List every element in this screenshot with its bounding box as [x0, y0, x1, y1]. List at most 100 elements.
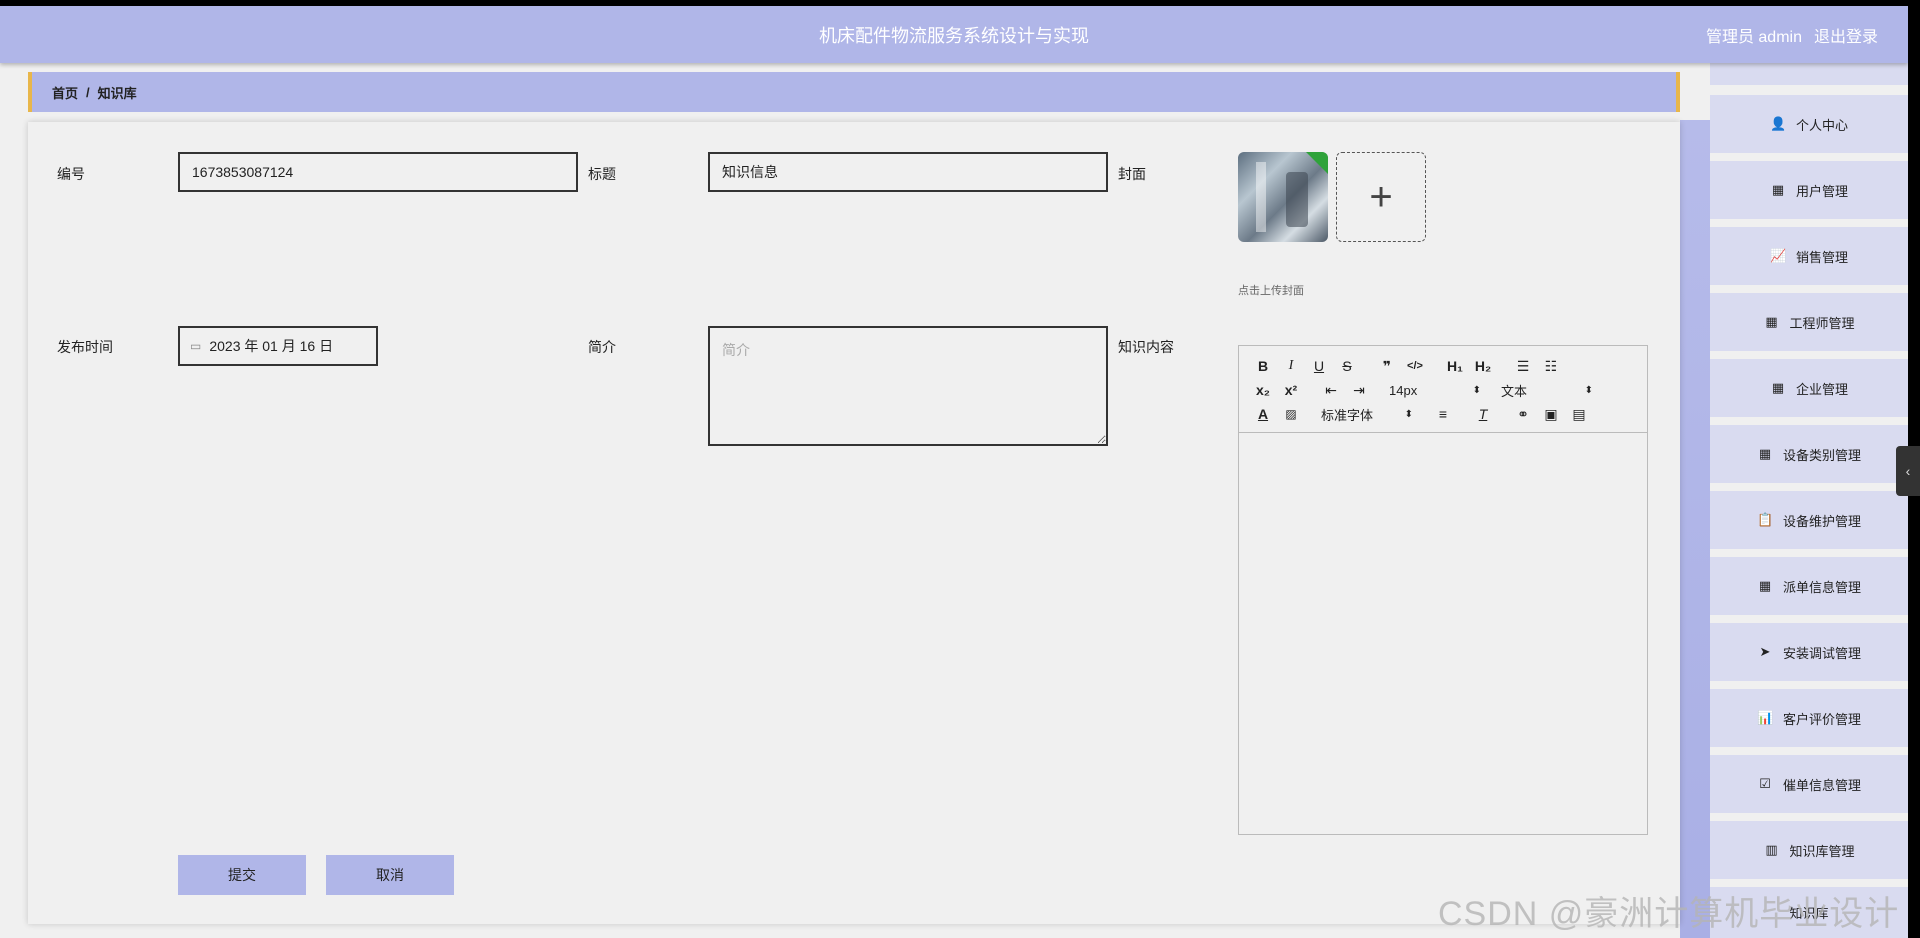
form-card: 编号 标题 封面 + 点击上传封面 发布时间 ▭ 2023 年 01 月 16 … — [28, 122, 1680, 924]
grid-icon: ▦ — [1765, 314, 1778, 329]
user-icon: 👤 — [1769, 116, 1787, 131]
link-icon[interactable]: ⚭ — [1509, 406, 1537, 423]
send-icon: ➤ — [1759, 644, 1771, 659]
sidebar-item-label: 设备类别管理 — [1782, 447, 1861, 463]
align-icon[interactable]: ≡ — [1429, 406, 1457, 422]
cover-image[interactable] — [1238, 152, 1328, 242]
user-area: 管理员 admin 退出登录 — [1706, 6, 1878, 63]
sidebar-item-reviews[interactable]: 📊 客户评价管理 — [1710, 689, 1908, 747]
publish-date-picker[interactable]: ▭ 2023 年 01 月 16 日 — [178, 326, 378, 366]
sidebar-item-profile[interactable]: 👤 个人中心 — [1710, 95, 1908, 153]
background-color-icon[interactable]: ▨ — [1277, 407, 1305, 421]
font-size-select[interactable]: 14px ⬍ — [1385, 383, 1485, 398]
toolbar-row: x₂ x² ⇤ ⇥ 14px ⬍ 文本 ⬍ — [1249, 378, 1637, 402]
block-type-select[interactable]: 文本 ⬍ — [1497, 381, 1597, 400]
logout-link[interactable]: 退出登录 — [1814, 23, 1878, 47]
top-bar: 机床配件物流服务系统设计与实现 管理员 admin 退出登录 — [0, 6, 1908, 63]
bar-chart-icon: 📊 — [1756, 710, 1774, 725]
header2-icon[interactable]: H₂ — [1469, 358, 1497, 374]
chevron-left-icon: ‹ — [1905, 463, 1911, 479]
breadcrumb-home[interactable]: 首页 — [52, 83, 78, 102]
bold-icon[interactable]: B — [1249, 358, 1277, 374]
publish-date-value: 2023 年 01 月 16 日 — [209, 338, 334, 354]
sidebar-item-label: 个人中心 — [1795, 117, 1848, 133]
clipboard-check-icon: ☑ — [1759, 776, 1771, 791]
bullet-list-icon[interactable]: ☷ — [1537, 358, 1565, 375]
breadcrumb-current: 知识库 — [97, 85, 137, 101]
watermark: CSDN @豪洲计算机毕业设计 — [1438, 895, 1900, 933]
collapse-sidebar-button[interactable]: ‹ — [1896, 446, 1920, 496]
blockquote-icon[interactable]: ❞ — [1373, 358, 1401, 375]
image-icon[interactable]: ▣ — [1537, 406, 1565, 423]
toolbar-row: A ▨ 标准字体 ⬍ ≡ T ⚭ ▣ ▤ — [1249, 402, 1637, 426]
sidebar-item-enterprises[interactable]: ▦ 企业管理 — [1710, 359, 1908, 417]
grid-icon: ▦ — [1771, 380, 1785, 395]
sidebar-item-users[interactable]: ▦ 用户管理 — [1710, 161, 1908, 219]
sidebar-item-label: 销售管理 — [1795, 249, 1848, 265]
sidebar-item-label: 客户评价管理 — [1782, 711, 1861, 727]
cover-image-detail — [1286, 172, 1308, 227]
code-block-icon[interactable]: </> — [1401, 360, 1429, 372]
sidebar-item-device-categories[interactable]: ▦ 设备类别管理 — [1710, 425, 1908, 483]
grid-icon: ▦ — [1758, 578, 1772, 593]
font-color-icon[interactable]: A — [1249, 406, 1277, 422]
sidebar-item-label: 企业管理 — [1795, 381, 1848, 397]
title-input[interactable] — [708, 152, 1108, 192]
sidebar-item-label: 催单信息管理 — [1782, 777, 1861, 793]
sidebar-item-label: 设备维护管理 — [1782, 513, 1861, 529]
sidebar-item-dispatch[interactable]: ▦ 派单信息管理 — [1710, 557, 1908, 615]
title-label: 标题 — [588, 166, 616, 182]
font-family-select[interactable]: 标准字体 ⬍ — [1317, 405, 1417, 424]
library-icon: ▥ — [1765, 842, 1778, 857]
outdent-icon[interactable]: ⇤ — [1317, 382, 1345, 399]
cover-label: 封面 — [1118, 166, 1146, 182]
sidebar-item-label: 安装调试管理 — [1782, 645, 1861, 661]
sidebar-item-engineers[interactable]: ▦ 工程师管理 — [1710, 293, 1908, 351]
sidebar-item-partial-top — [1710, 63, 1908, 85]
editor-content-area[interactable] — [1239, 433, 1647, 833]
sidebar-item-device-maintenance[interactable]: 📋 设备维护管理 — [1710, 491, 1908, 549]
upload-cover-button[interactable]: + — [1336, 152, 1426, 242]
header1-icon[interactable]: H₁ — [1441, 358, 1469, 374]
app-title: 机床配件物流服务系统设计与实现 — [819, 25, 1089, 46]
underline-icon[interactable]: U — [1305, 358, 1333, 374]
clear-format-icon[interactable]: T — [1469, 406, 1497, 422]
sidebar-item-reminders[interactable]: ☑ 催单信息管理 — [1710, 755, 1908, 813]
publish-time-label: 发布时间 — [57, 339, 113, 355]
subscript-icon[interactable]: x₂ — [1249, 382, 1277, 398]
id-input[interactable] — [178, 152, 578, 192]
strike-icon[interactable]: S — [1333, 358, 1361, 374]
intro-label: 简介 — [588, 339, 616, 355]
grid-icon: ▦ — [1771, 182, 1785, 197]
plus-icon: + — [1369, 174, 1393, 219]
toolbar-row: B I U S ❞ </> H₁ H₂ ☰ ☷ — [1249, 354, 1637, 378]
indent-icon[interactable]: ⇥ — [1345, 382, 1373, 399]
font-size-value: 14px — [1389, 382, 1418, 398]
video-icon[interactable]: ▤ — [1565, 406, 1593, 423]
rich-text-editor: B I U S ❞ </> H₁ H₂ ☰ ☷ x₂ x² ⇤ ⇥ 14px ⬍… — [1238, 345, 1648, 835]
calendar-icon: ▭ — [190, 339, 202, 353]
content-label: 知识内容 — [1118, 339, 1174, 355]
chart-icon: 📈 — [1769, 248, 1787, 263]
submit-button[interactable]: 提交 — [178, 855, 306, 895]
breadcrumb-separator: / — [86, 84, 90, 100]
grid-icon: ▦ — [1758, 446, 1772, 461]
editor-toolbar: B I U S ❞ </> H₁ H₂ ☰ ☷ x₂ x² ⇤ ⇥ 14px ⬍… — [1239, 346, 1647, 433]
cancel-button[interactable]: 取消 — [326, 855, 454, 895]
sidebar-item-knowledge-base[interactable]: ▥ 知识库管理 — [1710, 821, 1908, 879]
clipboard-icon: 📋 — [1756, 512, 1774, 527]
block-type-value: 文本 — [1501, 383, 1528, 399]
italic-icon[interactable]: I — [1277, 358, 1305, 374]
user-label: 管理员 admin — [1705, 28, 1802, 46]
cover-image-detail — [1256, 162, 1266, 232]
sidebar-item-sales[interactable]: 📈 销售管理 — [1710, 227, 1908, 285]
superscript-icon[interactable]: x² — [1277, 382, 1305, 398]
select-arrows-icon: ⬍ — [1584, 384, 1593, 396]
decorative-strip — [1680, 120, 1710, 938]
sidebar-item-label: 工程师管理 — [1789, 315, 1855, 331]
ordered-list-icon[interactable]: ☰ — [1509, 358, 1537, 375]
sidebar-item-installation[interactable]: ➤ 安装调试管理 — [1710, 623, 1908, 681]
intro-textarea[interactable] — [708, 326, 1108, 446]
select-arrows-icon: ⬍ — [1404, 408, 1413, 420]
select-arrows-icon: ⬍ — [1472, 384, 1481, 396]
